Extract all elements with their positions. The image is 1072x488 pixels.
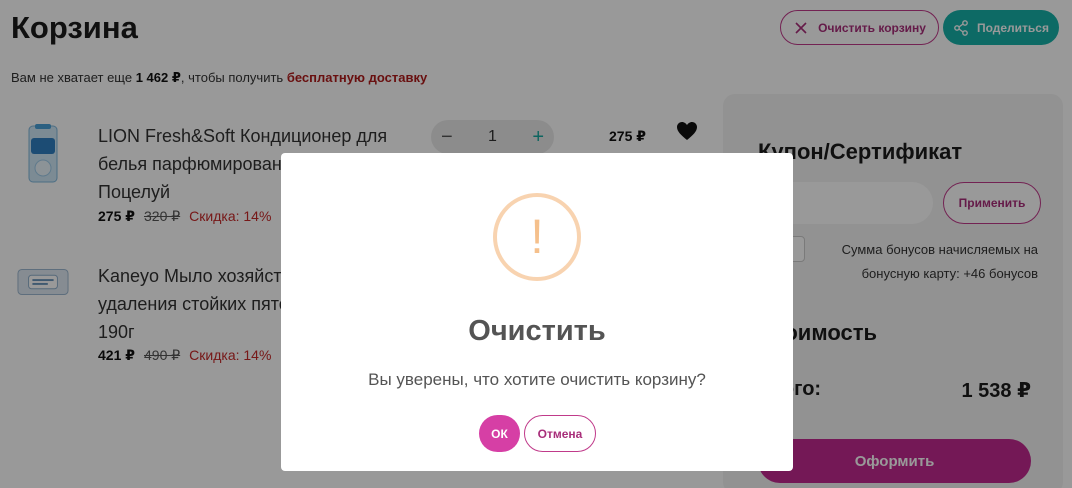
cancel-button[interactable]: Отмена: [524, 415, 596, 452]
cart-page: Корзина Очистить корзину Поделиться Вам …: [0, 0, 1072, 488]
warning-icon: !: [493, 193, 581, 281]
dialog-title: Очистить: [468, 315, 606, 347]
confirm-clear-dialog: ! Очистить Вы уверены, что хотите очисти…: [281, 153, 793, 471]
ok-button[interactable]: ОК: [479, 415, 520, 452]
dialog-message: Вы уверены, что хотите очистить корзину?: [368, 370, 706, 389]
dialog-actions: ОК Отмена: [479, 415, 596, 452]
